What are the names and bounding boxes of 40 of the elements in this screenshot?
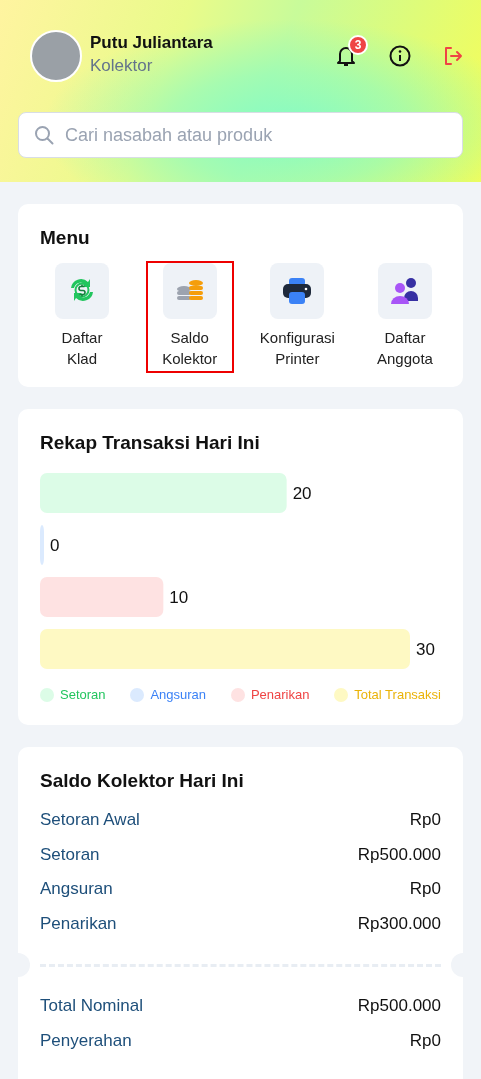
balance-label: Angsuran — [40, 878, 113, 900]
logout-icon — [443, 46, 463, 66]
balance-title: Saldo Kolektor Hari Ini — [40, 768, 245, 793]
menu-item[interactable]: Daftar Anggota — [360, 260, 449, 373]
info-button[interactable] — [389, 45, 411, 67]
balance-label: Penyerahan — [40, 1029, 132, 1052]
balance-value: Rp500.000 — [357, 995, 441, 1017]
legend-label: Penarikan — [250, 686, 310, 704]
menu-item[interactable]: Saldo Kolektor — [145, 260, 234, 373]
balance-label: Setoran Awal — [40, 809, 140, 831]
balance-label: Setoran — [40, 843, 100, 866]
bell-icon — [335, 44, 357, 68]
notification-button[interactable]: 3 — [335, 35, 368, 68]
bar-value-label: 0 — [50, 536, 60, 555]
legend-label: Angsuran — [150, 686, 207, 704]
legend-label: Setoran — [60, 686, 106, 704]
balance-value: Rp0 — [409, 1029, 441, 1052]
chart-title: Rekap Transaksi Hari Ini — [40, 430, 261, 455]
avatar-placeholder — [30, 30, 82, 82]
balance-value: Rp300.000 — [357, 912, 441, 935]
balance-value: Rp500.000 — [357, 843, 441, 866]
notification-count-badge: 3 — [348, 35, 368, 55]
user-name: Putu Juliantara — [90, 33, 214, 54]
balance-value: Rp0 — [409, 809, 441, 831]
legend-label: Total Transaksi — [354, 686, 441, 704]
menu-title: Menu — [40, 226, 91, 250]
chart-bar — [40, 525, 44, 565]
balance-label: Penarikan — [40, 912, 117, 935]
menu-item[interactable]: Konfigurasi Printer — [253, 260, 342, 373]
search-field[interactable]: Cari nasabah atau produk — [18, 112, 463, 158]
info-icon — [389, 45, 411, 67]
bar-value-label: 30 — [416, 640, 435, 659]
balance-label: Total Nominal — [40, 995, 143, 1017]
bar-value-label: 20 — [292, 484, 312, 503]
logout-button[interactable] — [443, 46, 463, 66]
search-icon — [34, 125, 54, 145]
balance-value: Rp0 — [409, 878, 441, 900]
user-role: Kolektor — [90, 55, 154, 78]
bar-value-label: 10 — [169, 588, 189, 607]
menu-item[interactable]: Daftar Klad — [38, 260, 126, 373]
